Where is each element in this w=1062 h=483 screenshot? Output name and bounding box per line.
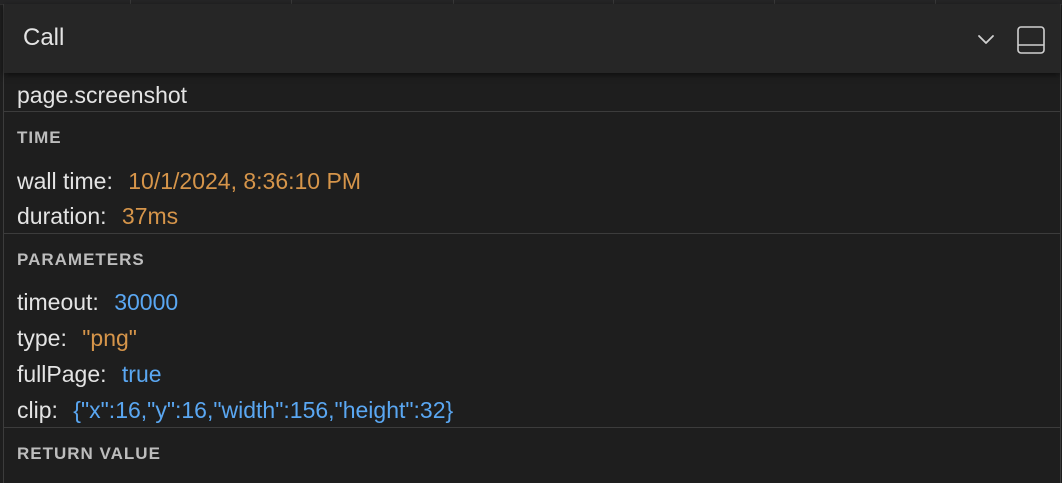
param-value: "png" bbox=[82, 325, 137, 351]
call-method: page.screenshot bbox=[17, 82, 187, 109]
param-label: type: bbox=[17, 325, 67, 351]
duration-value: 37ms bbox=[121, 203, 179, 229]
divider bbox=[4, 233, 1060, 234]
call-details-panel: Call page.screenshot TIME wall time: 10/… bbox=[3, 4, 1061, 483]
param-row-fullpage: fullPage: true bbox=[17, 361, 162, 388]
panel-layout-icon[interactable] bbox=[1016, 25, 1046, 55]
param-value: {"x":16,"y":16,"width":156,"height":32} bbox=[73, 397, 454, 423]
param-label: timeout: bbox=[17, 289, 99, 315]
param-row-clip: clip: {"x":16,"y":16,"width":156,"height… bbox=[17, 397, 453, 424]
param-label: fullPage: bbox=[17, 361, 107, 387]
duration-label: duration: bbox=[17, 203, 107, 229]
method-name: page.screenshot bbox=[17, 82, 188, 108]
section-heading-time: TIME bbox=[17, 128, 62, 147]
param-value: true bbox=[121, 361, 162, 387]
param-value: 30000 bbox=[114, 289, 179, 315]
param-label: clip: bbox=[17, 397, 58, 423]
param-row-type: type: "png" bbox=[17, 325, 137, 352]
section-heading-return-value: RETURN VALUE bbox=[17, 444, 161, 463]
panel-header[interactable]: Call bbox=[4, 4, 1060, 73]
param-row-timeout: timeout: 30000 bbox=[17, 289, 178, 316]
chevron-down-icon[interactable] bbox=[975, 28, 997, 50]
wall-time-row: wall time: 10/1/2024, 8:36:10 PM bbox=[17, 168, 361, 195]
wall-time-label: wall time: bbox=[17, 168, 113, 194]
duration-row: duration: 37ms bbox=[17, 203, 178, 230]
section-heading-parameters: PARAMETERS bbox=[17, 250, 145, 269]
divider bbox=[4, 427, 1060, 428]
divider bbox=[4, 111, 1060, 112]
panel-title: Call bbox=[23, 24, 65, 51]
wall-time-value: 10/1/2024, 8:36:10 PM bbox=[128, 168, 361, 194]
